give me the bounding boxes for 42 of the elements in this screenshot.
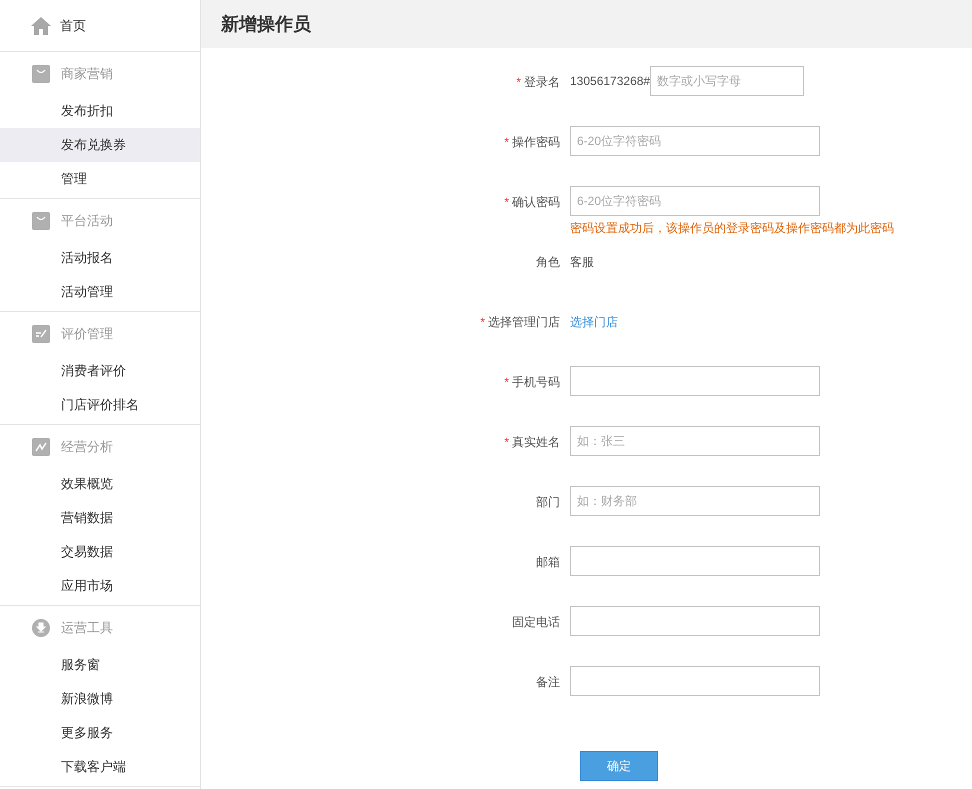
field-label: 固定电话 [512, 614, 560, 631]
required-mark: * [504, 134, 509, 151]
group-title: 运营工具 [61, 619, 113, 638]
sidebar-item[interactable]: 发布兑换券 [0, 128, 200, 162]
required-mark: * [504, 374, 509, 391]
edit-icon [32, 325, 50, 343]
field-label: 登录名 [524, 74, 560, 91]
page-title: 新增操作员 [221, 12, 311, 36]
required-mark: * [516, 74, 521, 91]
input-field[interactable] [570, 366, 820, 396]
required-mark: * [504, 194, 509, 211]
field-label: 确认密码 [512, 194, 560, 211]
group-title: 商家营销 [61, 65, 113, 84]
field-label: 备注 [536, 674, 560, 691]
field-value: 客服 [570, 254, 594, 271]
group-title: 评价管理 [61, 325, 113, 344]
chart-icon [32, 438, 50, 456]
input-field[interactable]: 如：张三 [570, 426, 820, 456]
required-mark: * [480, 314, 485, 331]
field-label: 邮箱 [536, 554, 560, 571]
required-mark: * [504, 434, 509, 451]
bag-icon [32, 212, 50, 230]
field-label: 真实姓名 [512, 434, 560, 451]
input-field[interactable]: 如：财务部 [570, 486, 820, 516]
field-label: 选择管理门店 [488, 314, 560, 331]
input-field[interactable]: 数字或小写字母 [650, 66, 804, 96]
field-label: 操作密码 [512, 134, 560, 151]
group-title: 经营分析 [61, 438, 113, 456]
hint-text: 密码设置成功后，该操作员的登录密码及操作密码都为此密码 [570, 220, 894, 237]
input-field[interactable]: 6-20位字符密码 [570, 186, 820, 216]
login-prefix: 13056173268# [570, 73, 650, 90]
input-field[interactable] [570, 666, 820, 696]
download-icon [32, 619, 50, 637]
input-field[interactable] [570, 606, 820, 636]
bag-icon [32, 65, 50, 83]
group-title: 平台活动 [61, 212, 113, 230]
home-icon [31, 16, 51, 34]
field-label: 部门 [536, 494, 560, 511]
input-field[interactable] [570, 546, 820, 576]
field-label: 角色 [536, 254, 560, 271]
input-field[interactable]: 6-20位字符密码 [570, 126, 820, 156]
field-label: 手机号码 [512, 374, 560, 391]
